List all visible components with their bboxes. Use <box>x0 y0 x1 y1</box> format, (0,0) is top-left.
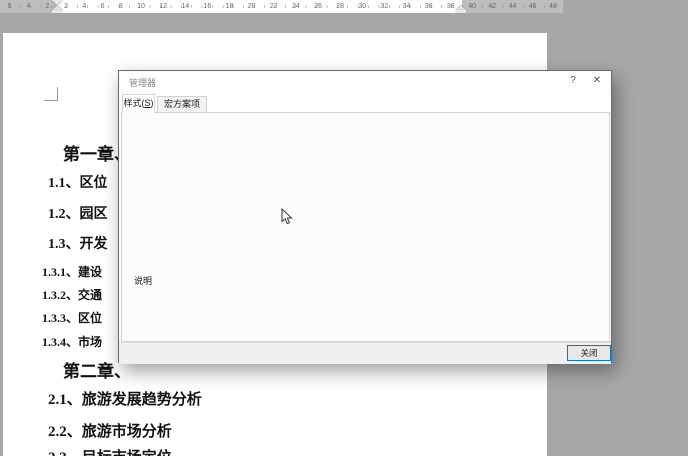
ruler-number: 38 <box>447 0 455 13</box>
ruler-number: 2 <box>64 0 68 13</box>
close-icon[interactable]: ✕ <box>589 74 605 88</box>
help-icon[interactable]: ? <box>565 74 581 88</box>
mouse-cursor-icon <box>281 208 293 231</box>
ruler-number: 6 <box>8 0 12 13</box>
document-heading[interactable]: 1.3.1、建设 <box>42 263 102 280</box>
ruler-number: 16 <box>203 0 211 13</box>
ruler-number: 10 <box>137 0 145 13</box>
word-window: 642 2468101214161820222426283032343638 4… <box>0 0 688 456</box>
styles-tab-panel <box>121 112 610 342</box>
document-heading[interactable]: 2.2、旅游市场分析 <box>48 420 172 441</box>
document-heading[interactable]: 2.1、旅游发展趋势分析 <box>48 388 202 409</box>
ruler-number: 34 <box>403 0 411 13</box>
tab-styles[interactable]: 样式(S) <box>122 94 155 113</box>
ruler-number: 42 <box>488 0 496 13</box>
ruler-number: 6 <box>101 0 105 13</box>
description-group-label: 说明 <box>131 274 155 287</box>
document-heading[interactable]: 2.3、目标市场定位 <box>48 446 172 456</box>
margin-corner-mark <box>44 87 58 101</box>
ruler-text-area: 2468101214161820222426283032343638 <box>57 0 462 13</box>
right-indent-marker-base[interactable] <box>456 10 466 13</box>
document-heading[interactable]: 1.3.2、交通 <box>42 286 102 303</box>
ruler-number: 8 <box>119 0 123 13</box>
ruler-number: 46 <box>529 0 537 13</box>
ruler-number: 24 <box>292 0 300 13</box>
ruler-number: 32 <box>380 0 388 13</box>
document-heading[interactable]: 1.3.3、区位 <box>42 309 102 326</box>
ruler-number: 2 <box>46 0 50 13</box>
ruler-number: 4 <box>82 0 86 13</box>
first-line-indent-marker[interactable] <box>52 0 62 5</box>
ruler-number: 40 <box>468 0 476 13</box>
ruler-number: 14 <box>181 0 189 13</box>
horizontal-ruler[interactable]: 642 2468101214161820222426283032343638 4… <box>0 0 563 13</box>
close-button[interactable]: 关闭 <box>567 345 611 361</box>
ruler-number: 44 <box>509 0 517 13</box>
document-heading[interactable]: 1.3.4、市场 <box>42 333 102 350</box>
organizer-dialog: 管理器 ? ✕ 样式(S) 宏方案项(M) 在 test.docx 中(I): … <box>118 70 612 363</box>
ruler-left-margin: 6 4 2 <box>0 0 57 13</box>
ruler-number: 26 <box>314 0 322 13</box>
ruler-number: 28 <box>336 0 344 13</box>
document-heading[interactable]: 1.3、开发 <box>48 233 108 253</box>
ruler-number: 12 <box>159 0 167 13</box>
ruler-number: 18 <box>226 0 234 13</box>
ruler-number: 4 <box>27 0 31 13</box>
ruler-number: 22 <box>270 0 278 13</box>
left-indent-marker[interactable] <box>52 10 62 13</box>
ruler-number: 36 <box>425 0 433 13</box>
dialog-title: 管理器 <box>129 76 156 89</box>
tab-macro-items[interactable]: 宏方案项(M) <box>157 96 207 113</box>
ruler-number: 20 <box>248 0 256 13</box>
ruler-number: 30 <box>358 0 366 13</box>
ruler-right-margin: 40 42 44 46 48 <box>462 0 563 13</box>
document-heading[interactable]: 1.2、园区 <box>48 203 108 223</box>
document-heading[interactable]: 1.1、区位 <box>48 172 108 192</box>
ruler-number: 48 <box>549 0 557 13</box>
dialog-bottom-band <box>119 342 611 364</box>
